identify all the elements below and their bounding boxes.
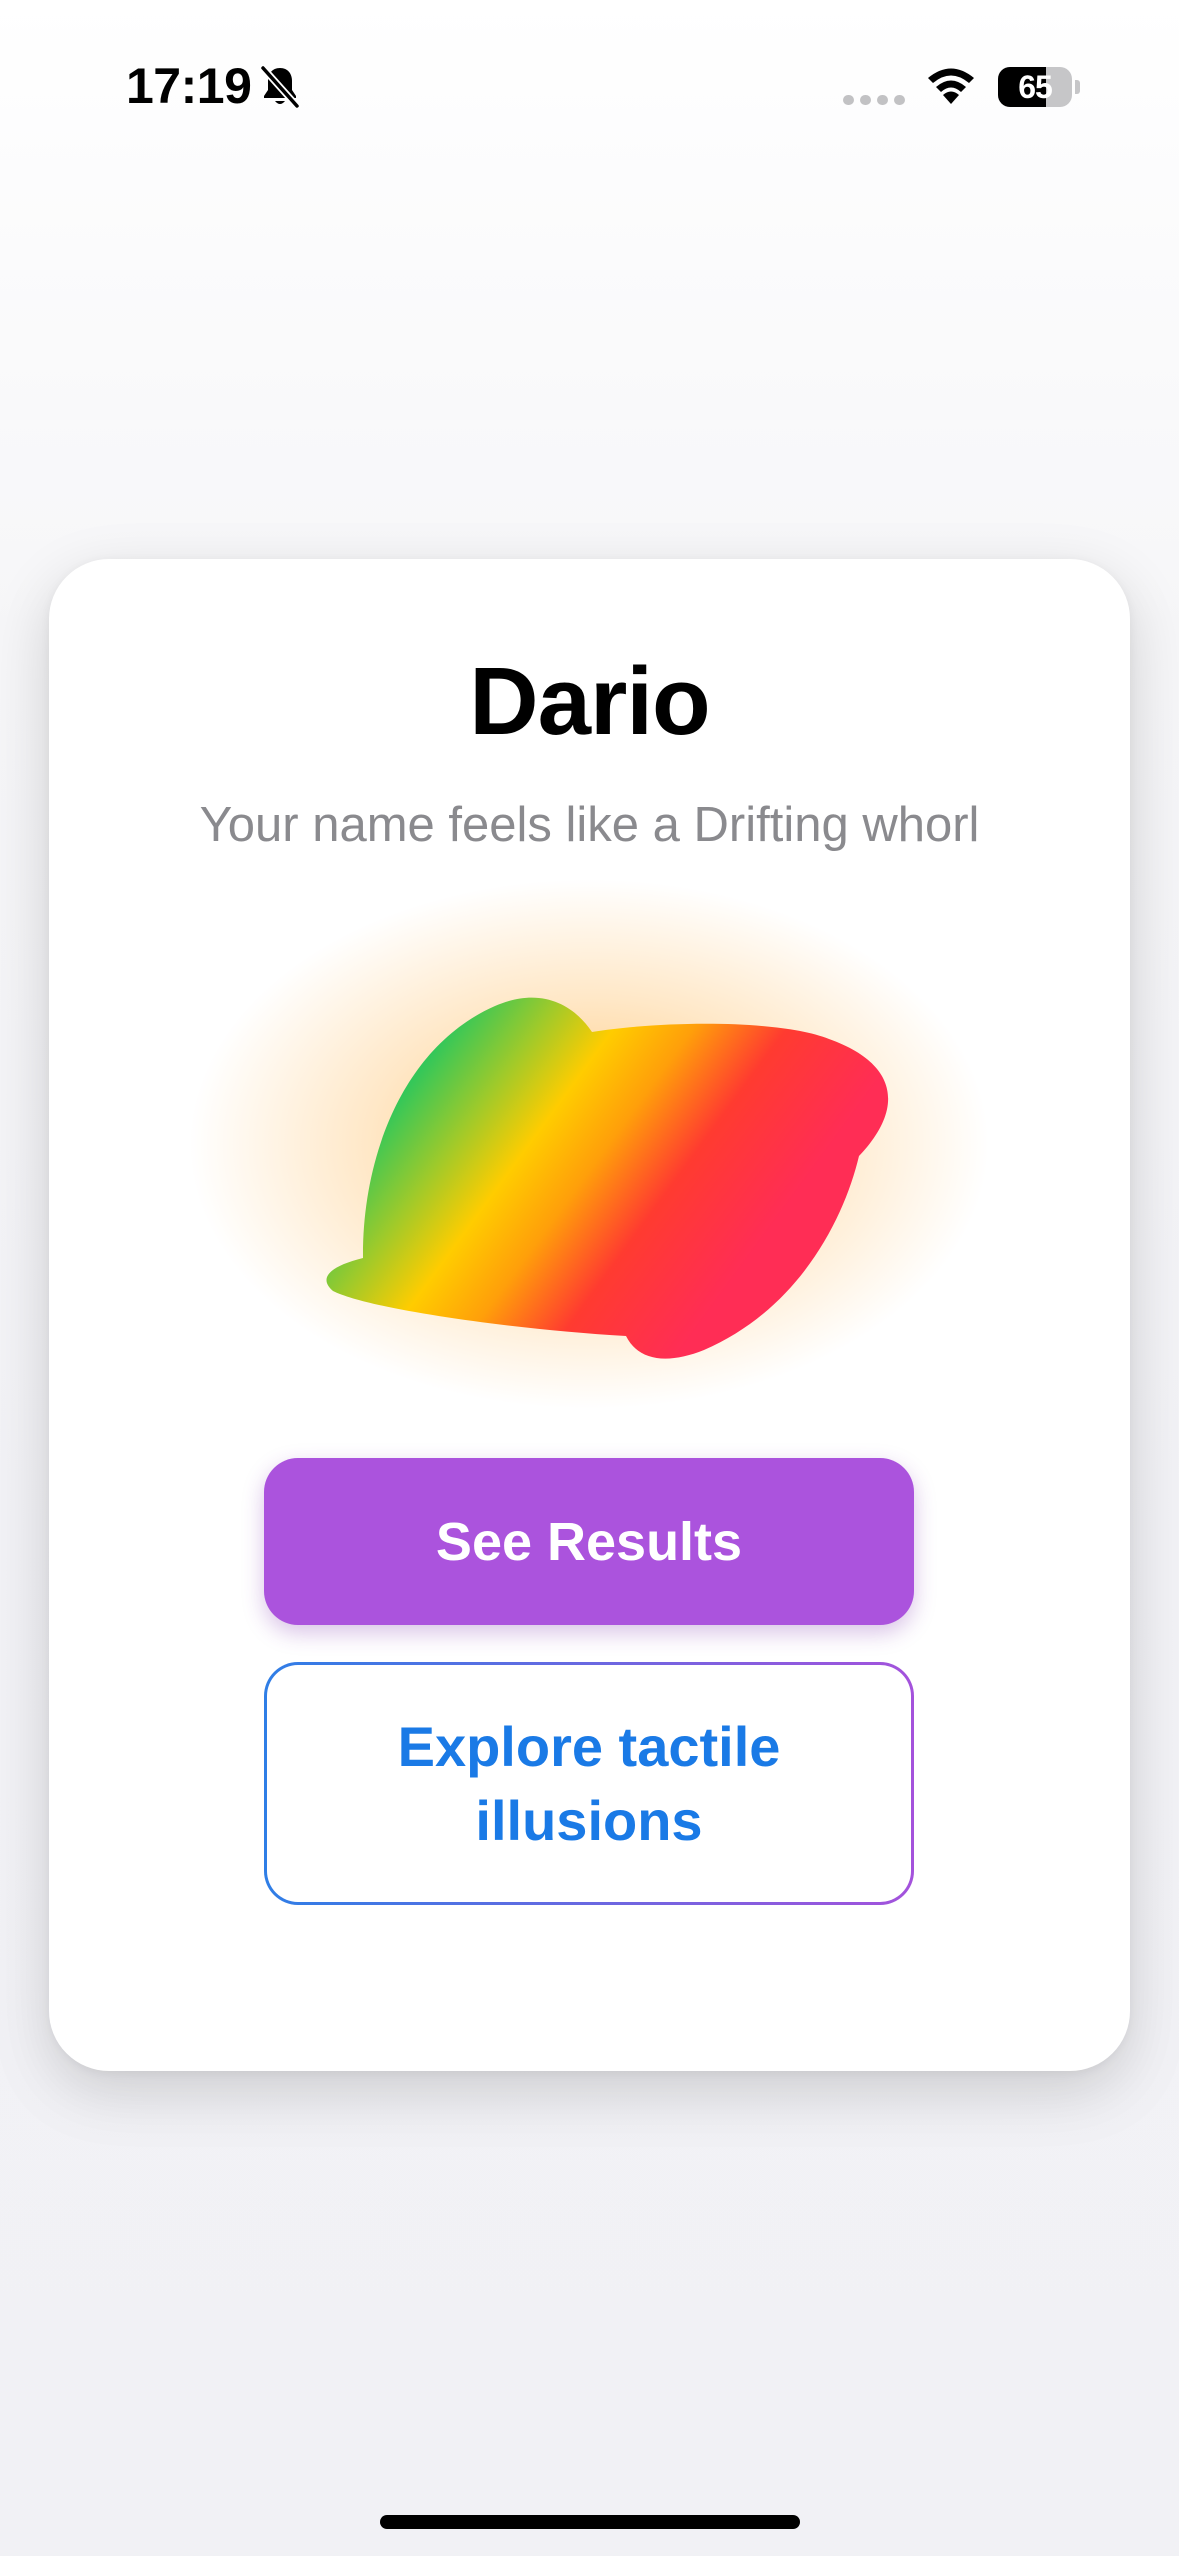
shape-blob (169, 859, 1009, 1419)
name-feeling-subtitle: Your name feels like a Drifting whorl (199, 798, 980, 852)
see-results-label: See Results (435, 1511, 743, 1572)
battery-icon: 65 (998, 67, 1080, 107)
cellular-signal-icon (843, 93, 905, 107)
explore-tactile-illusions-button[interactable]: Explore tactile illusions (264, 1662, 914, 1905)
home-indicator[interactable] (380, 2515, 800, 2529)
bell-slash-icon (258, 64, 302, 110)
explore-tactile-illusions-label: Explore tactile illusions (397, 1714, 781, 1852)
status-time: 17:19 (126, 58, 252, 114)
wifi-icon (925, 66, 977, 106)
battery-tip (1075, 80, 1080, 94)
status-bar: 17:19 65 (0, 0, 1179, 150)
battery-percent: 65 (1018, 69, 1053, 105)
result-card: Dario Your name feels like a Drifting wh… (49, 559, 1130, 2071)
see-results-button[interactable]: See Results (264, 1458, 914, 1625)
name-title: Dario (469, 648, 710, 755)
